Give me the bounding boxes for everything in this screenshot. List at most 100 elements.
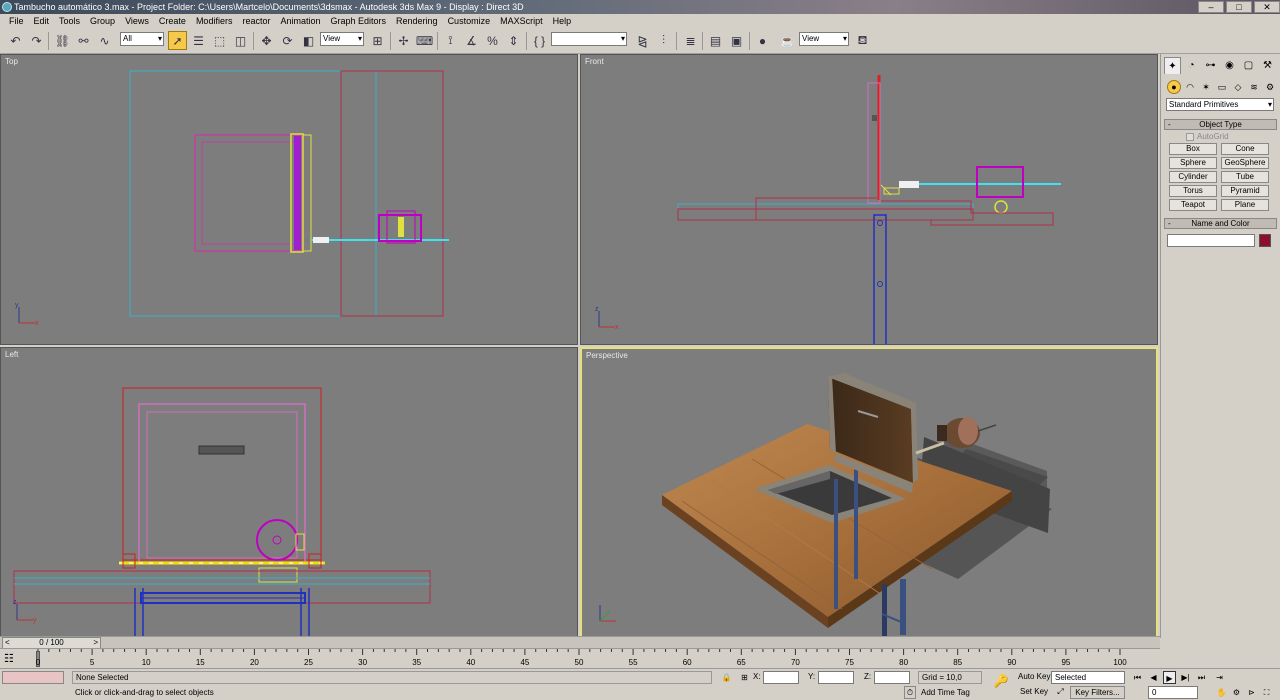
- menu-rendering[interactable]: Rendering: [391, 14, 443, 28]
- maximize-button[interactable]: □: [1226, 1, 1252, 13]
- viewport-front[interactable]: Front z x: [580, 54, 1158, 345]
- teapot-button[interactable]: Teapot: [1169, 199, 1217, 211]
- viewport-left[interactable]: Left z y: [0, 347, 578, 638]
- default-in-out-tangent-icon[interactable]: ⤢: [1054, 685, 1067, 698]
- lights-category-icon[interactable]: ✶: [1199, 80, 1213, 94]
- viewport-top[interactable]: Top y x: [0, 54, 578, 345]
- viewport-perspective[interactable]: Perspective: [580, 347, 1158, 638]
- field-of-view-icon[interactable]: ⊳: [1245, 686, 1258, 699]
- percent-snap-icon[interactable]: %: [483, 31, 502, 50]
- auto-key-button[interactable]: Auto Key: [1018, 671, 1050, 683]
- pan-view-icon[interactable]: ✋: [1215, 686, 1228, 699]
- display-tab-icon[interactable]: ▢: [1240, 57, 1257, 74]
- hierarchy-tab-icon[interactable]: ⊶: [1202, 57, 1219, 74]
- menu-views[interactable]: Views: [120, 14, 154, 28]
- z-coordinate-input[interactable]: [874, 671, 910, 684]
- name-and-color-rollout[interactable]: - Name and Color: [1164, 218, 1277, 229]
- geometry-category-icon[interactable]: ●: [1167, 80, 1181, 94]
- selection-filter-dropdown[interactable]: All: [120, 32, 164, 46]
- space-warps-category-icon[interactable]: ≋: [1247, 80, 1261, 94]
- render-view-dropdown[interactable]: View: [799, 32, 849, 46]
- menu-graph-editors[interactable]: Graph Editors: [326, 14, 392, 28]
- box-button[interactable]: Box: [1169, 143, 1217, 155]
- undo-icon[interactable]: ↶: [6, 31, 25, 50]
- mirror-icon[interactable]: ⧎: [633, 31, 652, 50]
- menu-maxscript[interactable]: MAXScript: [495, 14, 548, 28]
- x-coordinate-input[interactable]: [763, 671, 799, 684]
- select-and-rotate-icon[interactable]: ⟳: [278, 31, 297, 50]
- create-tab-icon[interactable]: ✦: [1164, 57, 1181, 74]
- key-mode-dropdown[interactable]: Selected: [1051, 671, 1125, 684]
- object-type-rollout[interactable]: - Object Type: [1164, 119, 1277, 130]
- previous-frame-icon[interactable]: ◀: [1147, 671, 1160, 684]
- set-key-button[interactable]: Set Key: [1020, 686, 1048, 698]
- play-icon[interactable]: ▶: [1163, 671, 1176, 684]
- unlink-icon[interactable]: ⚯: [74, 31, 93, 50]
- named-selection-dropdown[interactable]: [551, 32, 627, 46]
- select-object-icon[interactable]: ➚: [168, 31, 187, 50]
- time-slider[interactable]: 0 / 100: [0, 636, 1160, 649]
- layer-manager-icon[interactable]: ≣: [681, 31, 700, 50]
- minimize-button[interactable]: –: [1198, 1, 1224, 13]
- key-mode-toggle-icon[interactable]: ⇥: [1213, 671, 1226, 684]
- menu-modifiers[interactable]: Modifiers: [191, 14, 238, 28]
- next-frame-icon[interactable]: ▶|: [1179, 671, 1192, 684]
- redo-icon[interactable]: ↷: [27, 31, 46, 50]
- menu-help[interactable]: Help: [548, 14, 577, 28]
- align-icon[interactable]: ⫶: [654, 31, 673, 50]
- menu-tools[interactable]: Tools: [54, 14, 85, 28]
- material-editor-icon[interactable]: ●: [753, 31, 772, 50]
- cone-button[interactable]: Cone: [1221, 143, 1269, 155]
- pivot-center-icon[interactable]: ⊞: [368, 31, 387, 50]
- systems-category-icon[interactable]: ⚙: [1263, 80, 1277, 94]
- menu-create[interactable]: Create: [154, 14, 191, 28]
- go-to-start-icon[interactable]: ⏮: [1131, 671, 1144, 684]
- menu-file[interactable]: File: [4, 14, 29, 28]
- selection-lock-icon[interactable]: 🔒: [720, 671, 733, 684]
- edit-named-selection-icon[interactable]: { }: [530, 31, 549, 50]
- current-frame-input[interactable]: 0: [1148, 686, 1198, 699]
- render-setup-icon[interactable]: ☕: [778, 31, 797, 50]
- shapes-category-icon[interactable]: ◠: [1183, 80, 1197, 94]
- window-crossing-icon[interactable]: ◫: [231, 31, 250, 50]
- go-to-end-icon[interactable]: ⏭: [1195, 671, 1208, 684]
- bind-space-warp-icon[interactable]: ∿: [95, 31, 114, 50]
- select-and-scale-icon[interactable]: ◧: [299, 31, 318, 50]
- object-color-swatch[interactable]: [1259, 234, 1271, 247]
- set-key-icon[interactable]: 🔑: [992, 675, 1010, 688]
- sphere-button[interactable]: Sphere: [1169, 157, 1217, 169]
- plane-button[interactable]: Plane: [1221, 199, 1269, 211]
- curve-editor-icon[interactable]: ▤: [706, 31, 725, 50]
- select-and-link-icon[interactable]: ⛓: [53, 31, 72, 50]
- cylinder-button[interactable]: Cylinder: [1169, 171, 1217, 183]
- autogrid-checkbox[interactable]: AutoGrid: [1186, 132, 1229, 141]
- menu-group[interactable]: Group: [85, 14, 120, 28]
- schematic-view-icon[interactable]: ▣: [727, 31, 746, 50]
- torus-button[interactable]: Torus: [1169, 185, 1217, 197]
- modify-tab-icon[interactable]: ◔: [1183, 57, 1200, 74]
- angle-snap-icon[interactable]: ∡: [462, 31, 481, 50]
- time-tag-icon[interactable]: ⏱: [904, 686, 916, 699]
- time-configuration-icon[interactable]: ⚙: [1230, 686, 1243, 699]
- primitive-category-dropdown[interactable]: Standard Primitives: [1166, 98, 1274, 111]
- key-filters-button[interactable]: Key Filters...: [1070, 686, 1125, 699]
- add-time-tag[interactable]: Add Time Tag: [921, 687, 970, 699]
- track-bar[interactable]: ☷ 0 5 10 15 20 25 30 35 40 45 50 55 60 65 70 75 80 85 90 95…: [0, 648, 1160, 668]
- menu-customize[interactable]: Customize: [443, 14, 496, 28]
- select-manipulate-icon[interactable]: ✢: [394, 31, 413, 50]
- menu-edit[interactable]: Edit: [29, 14, 55, 28]
- select-and-move-icon[interactable]: ✥: [257, 31, 276, 50]
- menu-reactor[interactable]: reactor: [237, 14, 275, 28]
- absolute-mode-transform-icon[interactable]: ⊞: [738, 671, 751, 684]
- reference-coordinate-dropdown[interactable]: View: [320, 32, 364, 46]
- tube-button[interactable]: Tube: [1221, 171, 1269, 183]
- maxscript-listener-mini[interactable]: [2, 671, 64, 684]
- open-mini-curve-editor-icon[interactable]: ☷: [4, 652, 24, 666]
- maximize-viewport-icon[interactable]: ⛶: [1260, 686, 1273, 699]
- cameras-category-icon[interactable]: ▭: [1215, 80, 1229, 94]
- y-coordinate-input[interactable]: [818, 671, 854, 684]
- menu-animation[interactable]: Animation: [275, 14, 325, 28]
- spinner-snap-icon[interactable]: ⇕: [504, 31, 523, 50]
- close-button[interactable]: ✕: [1254, 1, 1280, 13]
- geosphere-button[interactable]: GeoSphere: [1221, 157, 1269, 169]
